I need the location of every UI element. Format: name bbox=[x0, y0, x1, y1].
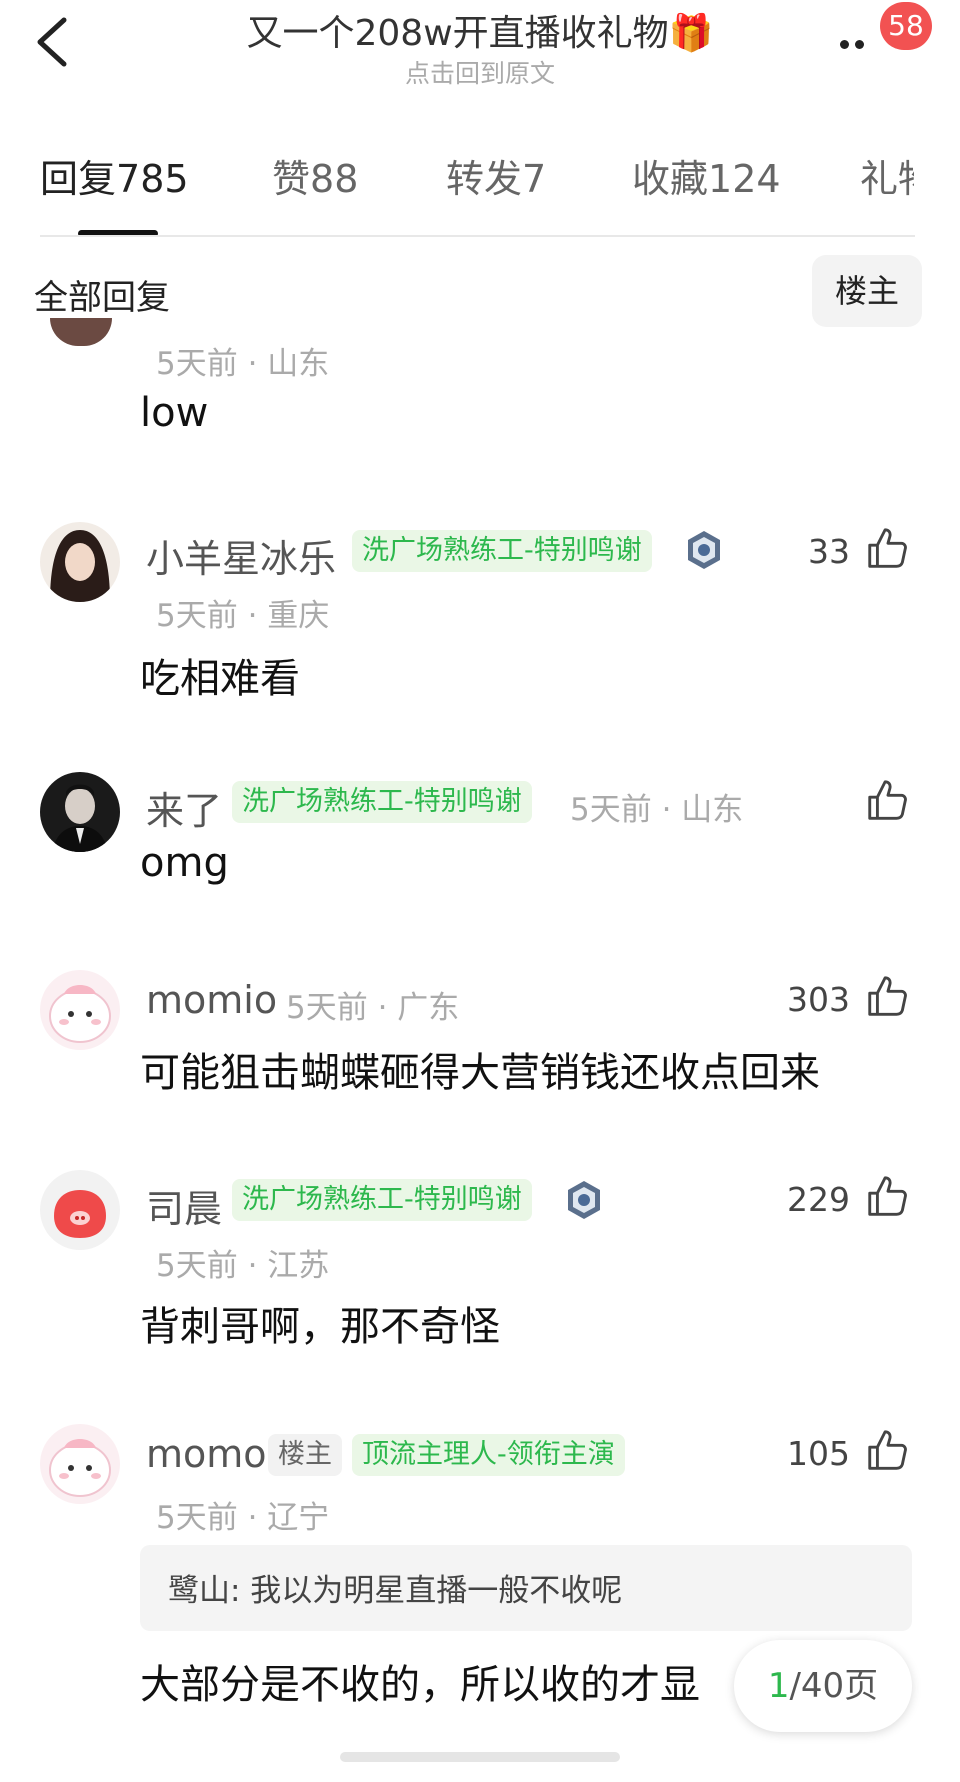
thumbs-up-icon[interactable] bbox=[864, 1428, 910, 1474]
owner-only-button[interactable]: 楼主 bbox=[812, 255, 922, 327]
thumbs-up-icon[interactable] bbox=[864, 1174, 910, 1220]
page-title[interactable]: 又一个208w开直播收礼物🎁 bbox=[0, 4, 960, 56]
comment-text[interactable]: 大部分是不收的，所以收的才显 bbox=[140, 1652, 700, 1710]
like-count: 303 bbox=[787, 980, 850, 1019]
fan-tag[interactable]: 洗广场熟练工-特别鸣谢 bbox=[352, 530, 652, 572]
avatar-image bbox=[40, 1424, 120, 1504]
tab-label: 回复 bbox=[40, 157, 117, 201]
current-page: 1 bbox=[767, 1666, 790, 1706]
fan-tag[interactable]: 顶流主理人-领衔主演 bbox=[352, 1434, 625, 1476]
quoted-reply[interactable]: 鹭山: 我以为明星直播一般不收呢 bbox=[140, 1545, 912, 1631]
comment-meta: 5天前 · 山东 bbox=[570, 792, 744, 828]
more-options-icon[interactable] bbox=[840, 34, 870, 53]
tab-divider bbox=[40, 235, 915, 237]
owner-tag: 楼主 bbox=[268, 1434, 342, 1476]
comment-meta: 5天前 · 山东 bbox=[156, 346, 330, 382]
tab-reposts[interactable]: 转发7 bbox=[446, 148, 546, 203]
avatar[interactable] bbox=[40, 772, 120, 852]
avatar[interactable] bbox=[40, 1170, 120, 1250]
quoted-text: 鹭山: 我以为明星直播一般不收呢 bbox=[168, 1573, 623, 1609]
fan-tag[interactable]: 洗广场熟练工-特别鸣谢 bbox=[232, 1179, 532, 1221]
tab-bar: 回复785 赞88 转发7 收藏124 礼物 bbox=[0, 148, 960, 218]
comment-meta: 5天前 · 重庆 bbox=[156, 598, 330, 634]
tab-label: 赞 bbox=[272, 157, 311, 201]
avatar-image bbox=[40, 1170, 120, 1250]
comment-text[interactable]: 背刺哥啊，那不奇怪 bbox=[140, 1294, 500, 1352]
username[interactable]: 小羊星冰乐 bbox=[146, 528, 336, 583]
back-to-original-link[interactable]: 点击回到原文 bbox=[0, 54, 960, 90]
avatar[interactable] bbox=[50, 318, 112, 346]
comment-meta: 5天前 · 辽宁 bbox=[156, 1500, 330, 1536]
comment-text[interactable]: omg bbox=[140, 840, 229, 886]
comment-text[interactable]: 吃相难看 bbox=[140, 646, 300, 704]
username[interactable]: 来了 bbox=[146, 780, 222, 835]
tab-count: 124 bbox=[708, 157, 781, 201]
tab-gifts[interactable]: 礼物 bbox=[860, 148, 914, 203]
like-count: 229 bbox=[787, 1180, 850, 1219]
medal-icon bbox=[568, 1181, 600, 1219]
thumbs-up-icon[interactable] bbox=[864, 778, 910, 824]
like-count: 33 bbox=[808, 532, 850, 571]
header-bar: 又一个208w开直播收礼物🎁 点击回到原文 58 bbox=[0, 0, 960, 100]
tab-favorites[interactable]: 收藏124 bbox=[632, 148, 781, 203]
page-indicator[interactable]: 1/40页 bbox=[734, 1640, 912, 1732]
all-replies-label: 全部回复 bbox=[34, 278, 170, 318]
comment-text[interactable]: 可能狙击蝴蝶砸得大营销钱还收点回来 bbox=[140, 1040, 820, 1098]
avatar[interactable] bbox=[40, 970, 120, 1050]
tab-likes[interactable]: 赞88 bbox=[272, 148, 358, 203]
fan-tag[interactable]: 洗广场熟练工-特别鸣谢 bbox=[232, 781, 532, 823]
avatar-image bbox=[40, 522, 120, 602]
tab-count: 88 bbox=[310, 157, 359, 201]
avatar[interactable] bbox=[40, 522, 120, 602]
home-indicator bbox=[340, 1752, 620, 1762]
tab-label: 收藏 bbox=[632, 157, 709, 201]
avatar-image bbox=[40, 970, 120, 1050]
comment-meta: 5天前 · 江苏 bbox=[156, 1248, 330, 1284]
username[interactable]: momio bbox=[146, 978, 277, 1022]
tab-count: 7 bbox=[522, 157, 547, 201]
avatar-image bbox=[40, 772, 120, 852]
avatar[interactable] bbox=[40, 1424, 120, 1504]
thumbs-up-icon[interactable] bbox=[864, 974, 910, 1020]
comment-text[interactable]: low bbox=[140, 390, 208, 436]
notification-badge[interactable]: 58 bbox=[880, 2, 932, 50]
username[interactable]: momo bbox=[146, 1432, 267, 1476]
username[interactable]: 司晨 bbox=[146, 1178, 222, 1233]
tab-count: 785 bbox=[116, 157, 189, 201]
comment-meta: 5天前 · 广东 bbox=[286, 990, 460, 1026]
tab-label: 礼物 bbox=[860, 157, 914, 201]
medal-icon bbox=[688, 531, 720, 569]
tab-replies[interactable]: 回复785 bbox=[40, 148, 189, 203]
tab-label: 转发 bbox=[446, 157, 523, 201]
thumbs-up-icon[interactable] bbox=[864, 526, 910, 572]
total-pages: /40页 bbox=[789, 1666, 879, 1706]
like-count: 105 bbox=[787, 1434, 850, 1473]
